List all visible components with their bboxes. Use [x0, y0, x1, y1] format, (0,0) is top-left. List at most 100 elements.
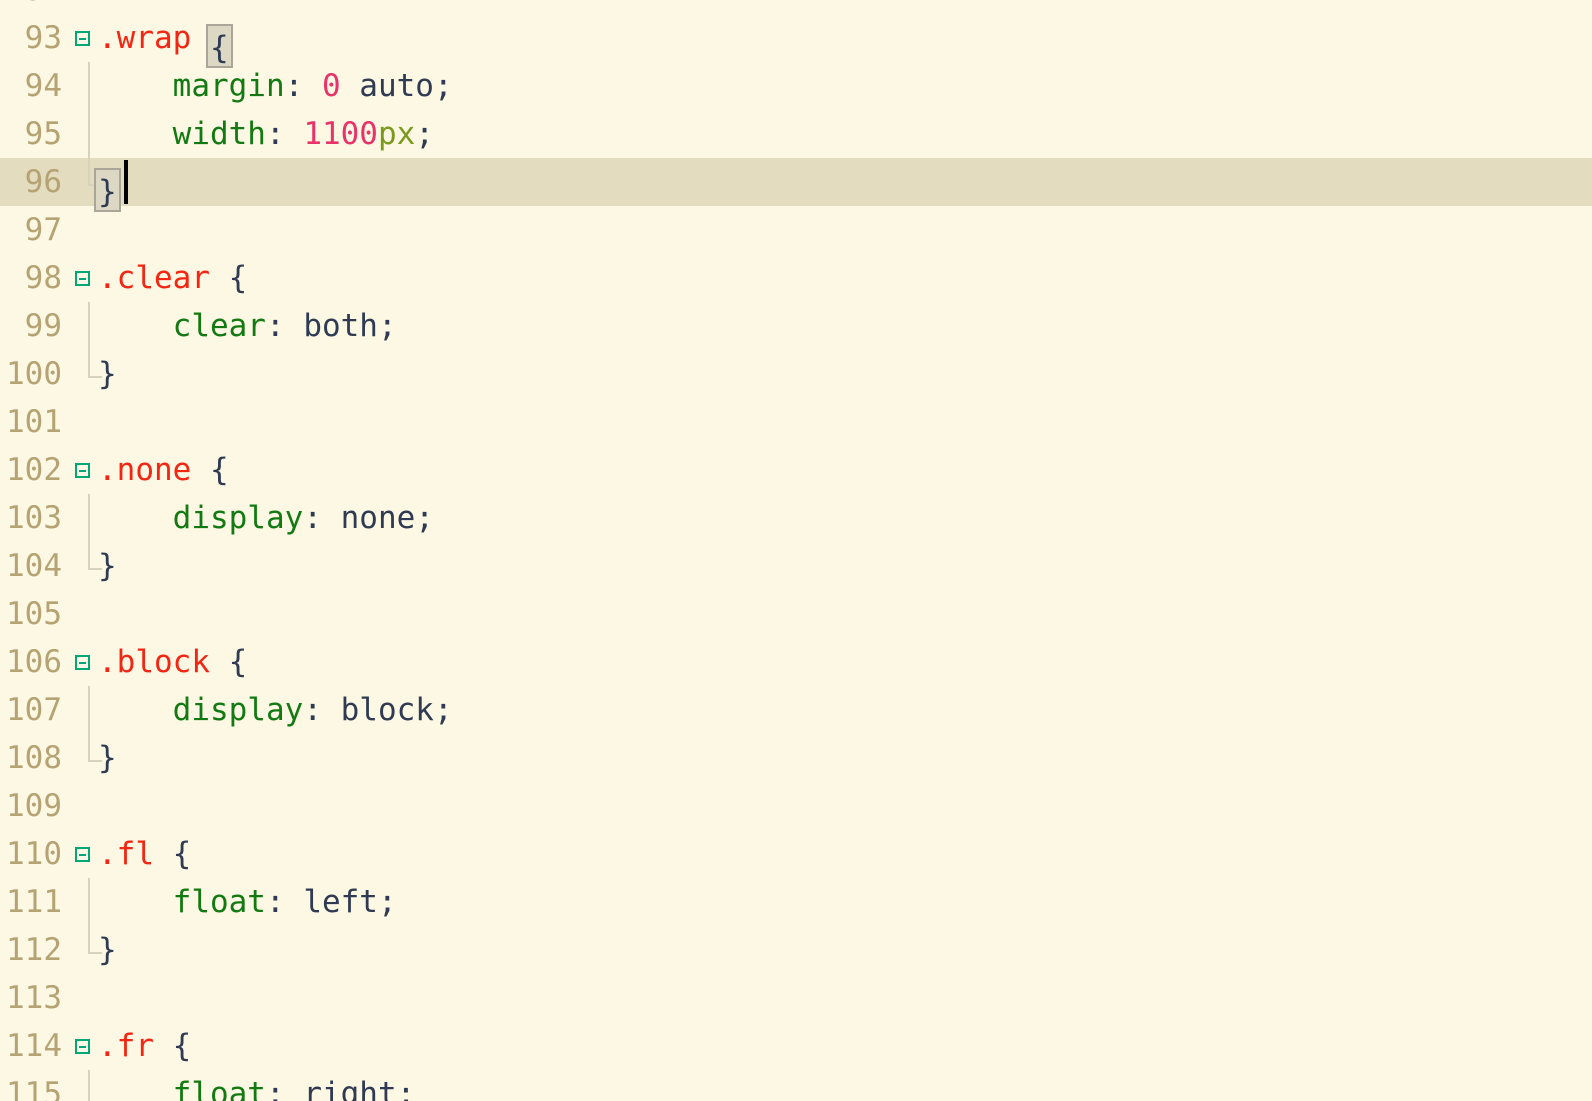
code-line[interactable]: 102 .none { [0, 446, 1592, 494]
indent-guide [88, 878, 90, 926]
code-text[interactable]: } [98, 542, 117, 590]
line-number: 113 [6, 980, 62, 1016]
line-number: 114 [6, 1028, 62, 1064]
line-number: 98 [24, 260, 62, 296]
fold-collapse-icon[interactable] [75, 655, 90, 670]
line-number: 106 [6, 644, 62, 680]
code-line[interactable]: 112} [0, 926, 1592, 974]
code-line[interactable]: 93 .wrap { [0, 14, 1592, 68]
line-number: 105 [6, 596, 62, 632]
code-token: display [172, 692, 304, 728]
code-line[interactable]: 110 .fl { [0, 830, 1592, 878]
code-editor[interactable]: 9293.wrap {94 margin: 0 auto;95 width: 1… [0, 0, 1592, 1101]
fold-collapse-icon[interactable] [75, 1039, 90, 1054]
line-number: 109 [6, 788, 62, 824]
code-line[interactable]: 100} [0, 350, 1592, 398]
code-token: right; [303, 1076, 416, 1101]
code-token: { [191, 452, 229, 488]
code-token: } [98, 932, 117, 968]
code-line[interactable]: 95 width: 1100px; [0, 110, 1592, 158]
line-number: 103 [6, 500, 62, 536]
indent-guide [88, 494, 90, 542]
code-token: margin [172, 68, 285, 104]
code-text[interactable]: display: block; [98, 686, 453, 734]
code-line[interactable]: 96} [0, 158, 1592, 212]
code-line[interactable]: 106 .block { [0, 638, 1592, 686]
code-line[interactable]: 99 clear: both; [0, 302, 1592, 350]
line-number: 94 [24, 68, 62, 104]
indent-guide [88, 734, 102, 762]
code-line[interactable]: 105 [0, 590, 1592, 638]
code-text[interactable]: } [98, 350, 117, 398]
code-token: .fl [98, 836, 154, 872]
code-text[interactable]: .fr { [98, 1022, 191, 1070]
code-line[interactable]: 109 [0, 782, 1592, 830]
code-token: ; [415, 116, 434, 152]
fold-collapse-icon[interactable] [75, 463, 90, 478]
indent-guide [88, 926, 102, 954]
text-caret [124, 160, 128, 204]
line-number: 108 [6, 740, 62, 776]
code-token: auto; [340, 68, 453, 104]
code-text[interactable]: display: none; [98, 494, 434, 542]
indent-guide [88, 110, 90, 158]
code-text[interactable]: } [98, 734, 117, 782]
line-number: 112 [6, 932, 62, 968]
code-token: 0 [321, 68, 341, 104]
code-line[interactable]: 104} [0, 542, 1592, 590]
code-text[interactable]: .fl { [98, 830, 191, 878]
code-token: : [265, 308, 304, 344]
code-token: clear [172, 308, 266, 344]
code-text[interactable]: .clear { [98, 254, 247, 302]
code-line[interactable]: 94 margin: 0 auto; [0, 62, 1592, 110]
indent-guide [88, 1070, 90, 1101]
code-line[interactable]: 114 .fr { [0, 1022, 1592, 1070]
code-line[interactable]: 103 display: none; [0, 494, 1592, 542]
fold-collapse-icon[interactable] [75, 31, 90, 46]
code-token: : [303, 500, 341, 536]
line-number: 97 [24, 212, 62, 248]
code-text[interactable]: .wrap { [98, 14, 233, 68]
fold-collapse-icon[interactable] [75, 847, 90, 862]
code-token: float [172, 884, 266, 920]
code-token: { [154, 836, 192, 872]
line-number: 104 [6, 548, 62, 584]
code-token: { [209, 260, 248, 296]
code-token: .wrap [98, 20, 192, 56]
code-line[interactable]: 107 display: block; [0, 686, 1592, 734]
code-token: : [265, 116, 304, 152]
code-line[interactable]: 92 [0, 0, 1592, 14]
fold-collapse-icon[interactable] [75, 271, 90, 286]
code-text[interactable]: .none { [98, 446, 229, 494]
code-token: width [172, 116, 266, 152]
code-text[interactable]: margin: 0 auto; [98, 62, 453, 110]
code-text[interactable]: float: right; [98, 1070, 416, 1101]
code-text[interactable]: } [98, 926, 117, 974]
code-text[interactable]: float: left; [98, 878, 397, 926]
code-token: block; [340, 692, 453, 728]
code-line[interactable]: 111 float: left; [0, 878, 1592, 926]
code-text[interactable]: } [94, 158, 121, 212]
indent-guide [88, 302, 90, 350]
code-token: both; [303, 308, 397, 344]
code-token: px [377, 116, 416, 152]
code-token: .clear [98, 260, 210, 296]
code-line[interactable]: 98 .clear { [0, 254, 1592, 302]
code-text[interactable]: clear: both; [98, 302, 397, 350]
line-number: 111 [6, 884, 62, 920]
code-line[interactable]: 108} [0, 734, 1592, 782]
indent-guide [88, 62, 90, 110]
code-line[interactable]: 97 [0, 206, 1592, 254]
code-line[interactable]: 115 float: right; [0, 1070, 1592, 1101]
line-number: 110 [6, 836, 62, 872]
code-text[interactable]: .block { [98, 638, 247, 686]
code-text[interactable]: width: 1100px; [98, 110, 434, 158]
code-line[interactable]: 113 [0, 974, 1592, 1022]
line-number: 96 [24, 164, 62, 200]
code-token: float [172, 1076, 266, 1101]
code-token: display [172, 500, 304, 536]
code-line[interactable]: 101 [0, 398, 1592, 446]
